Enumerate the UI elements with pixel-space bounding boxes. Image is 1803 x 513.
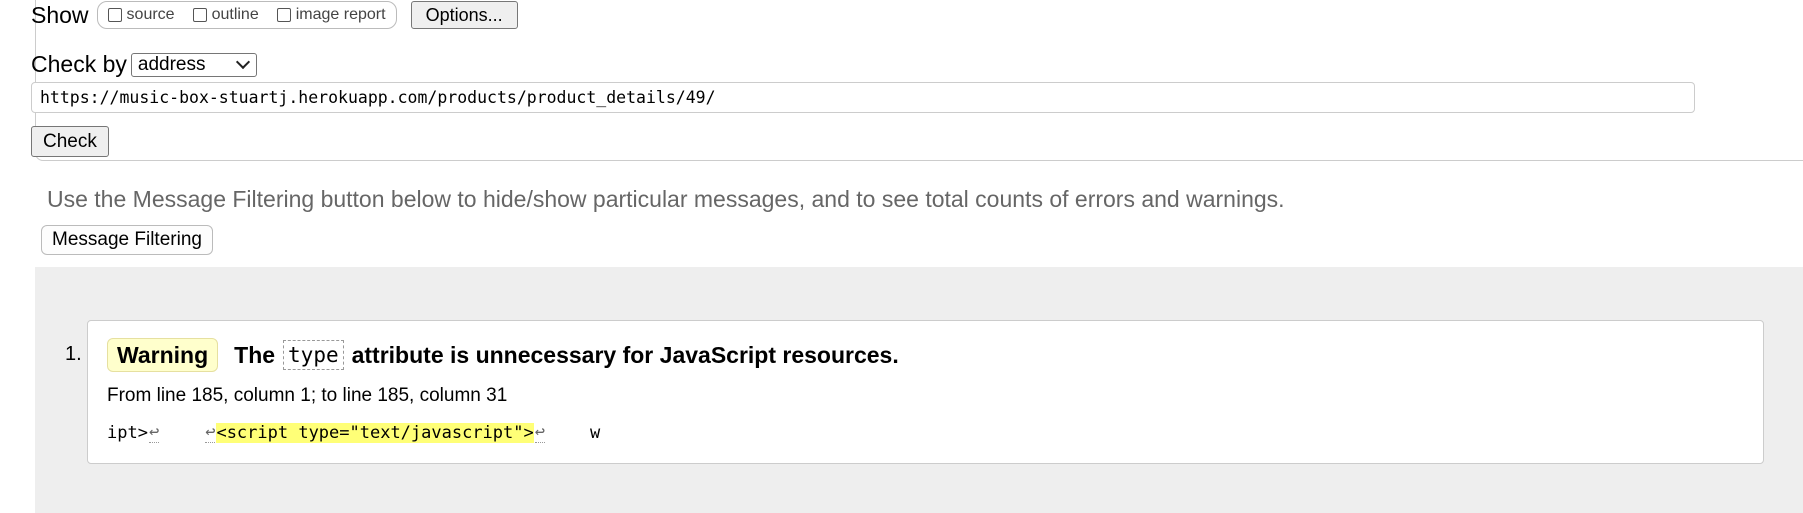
return-icon: ↩ — [534, 422, 545, 443]
show-image-report-label: image report — [295, 6, 386, 23]
show-options-group: source outline image report — [96, 1, 397, 29]
check-by-value: address — [137, 53, 206, 75]
message-text-before: The — [234, 341, 276, 368]
message-extract: ipt> ↩ ↩ <script type="text/javascript">… — [107, 422, 600, 443]
check-by-select[interactable]: address — [130, 52, 257, 77]
filter-note: Use the Message Filtering button below t… — [47, 186, 1285, 212]
show-source-option[interactable]: source — [107, 6, 175, 24]
validator-page: Show source outline image report Options… — [0, 0, 1803, 513]
message-text-after: attribute is unnecessary for JavaScript … — [351, 341, 899, 368]
checkbox-icon[interactable] — [276, 8, 291, 22]
show-outline-option[interactable]: outline — [192, 6, 259, 24]
message-code: type — [283, 340, 344, 370]
show-source-label: source — [126, 6, 175, 23]
message-number: 1. — [65, 343, 82, 365]
show-label: Show — [31, 1, 89, 28]
options-button[interactable]: Options... — [410, 1, 518, 29]
check-by-row: Check by address — [31, 51, 257, 78]
checkbox-icon[interactable] — [107, 8, 122, 22]
check-by-label: Check by — [31, 51, 127, 77]
show-options-row: Show source outline image report Options… — [31, 0, 518, 30]
chevron-down-icon — [235, 54, 250, 69]
warning-badge: Warning — [107, 338, 219, 372]
extract-post: w — [589, 422, 601, 443]
extract-pre: ipt> — [107, 422, 148, 443]
return-icon: ↩ — [148, 422, 160, 443]
message-filtering-button[interactable]: Message Filtering — [41, 225, 213, 255]
show-image-report-option[interactable]: image report — [276, 6, 386, 24]
message-location: From line 185, column 1; to line 185, co… — [107, 385, 508, 406]
message-item: Warning The type attribute is unnecessar… — [87, 320, 1764, 464]
url-input[interactable]: https://music-box-stuartj.herokuapp.com/… — [31, 82, 1695, 113]
check-button[interactable]: Check — [31, 126, 109, 157]
checkbox-icon[interactable] — [192, 8, 207, 22]
message-title: Warning The type attribute is unnecessar… — [107, 338, 899, 372]
show-outline-label: outline — [211, 6, 259, 23]
extract-highlight: <script type="text/javascript"> — [216, 422, 534, 443]
return-icon: ↩ — [205, 422, 216, 443]
